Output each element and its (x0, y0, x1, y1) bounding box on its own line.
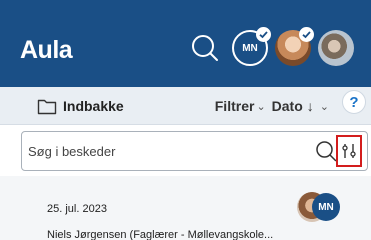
filter-dropdown[interactable]: Filtrer (215, 98, 255, 114)
sort-arrow-icon[interactable]: ↓ (307, 98, 314, 114)
inbox-label: Indbakke (63, 98, 124, 114)
help-button[interactable]: ? (342, 90, 366, 114)
chevron-down-icon: ⌄ (256, 100, 266, 113)
profile-avatar-user[interactable] (318, 30, 354, 66)
message-search-field (21, 131, 368, 171)
avatar-photo (318, 30, 354, 66)
message-date: 25. jul. 2023 (47, 203, 107, 215)
search-filter-button[interactable] (336, 135, 362, 167)
avatar-initials: MN (312, 193, 340, 221)
search-icon (192, 35, 218, 61)
global-search-button[interactable] (190, 33, 220, 63)
sort-dropdown[interactable]: Dato (272, 98, 303, 114)
filter-sort-controls: Filtrer ⌄ Dato ↓ ⌄ (215, 95, 335, 117)
sliders-icon (342, 144, 356, 158)
app-logo[interactable]: Aula (20, 36, 73, 65)
folder-icon (37, 99, 57, 115)
message-sender: Niels Jørgensen (Faglærer - Møllevangsko… (47, 229, 274, 240)
search-input[interactable] (28, 140, 308, 162)
mailbox-toolbar: Indbakke Filtrer ⌄ Dato ↓ ⌄ (0, 87, 371, 125)
check-icon (256, 27, 271, 42)
search-icon[interactable] (315, 140, 337, 162)
app-header: Aula MN (0, 0, 371, 87)
profile-avatar-child[interactable] (275, 27, 314, 66)
chevron-down-icon: ⌄ (319, 100, 329, 113)
inbox-folder-button[interactable]: Indbakke (37, 95, 124, 117)
profile-avatar-initials[interactable]: MN (232, 27, 271, 66)
check-icon (299, 27, 314, 42)
